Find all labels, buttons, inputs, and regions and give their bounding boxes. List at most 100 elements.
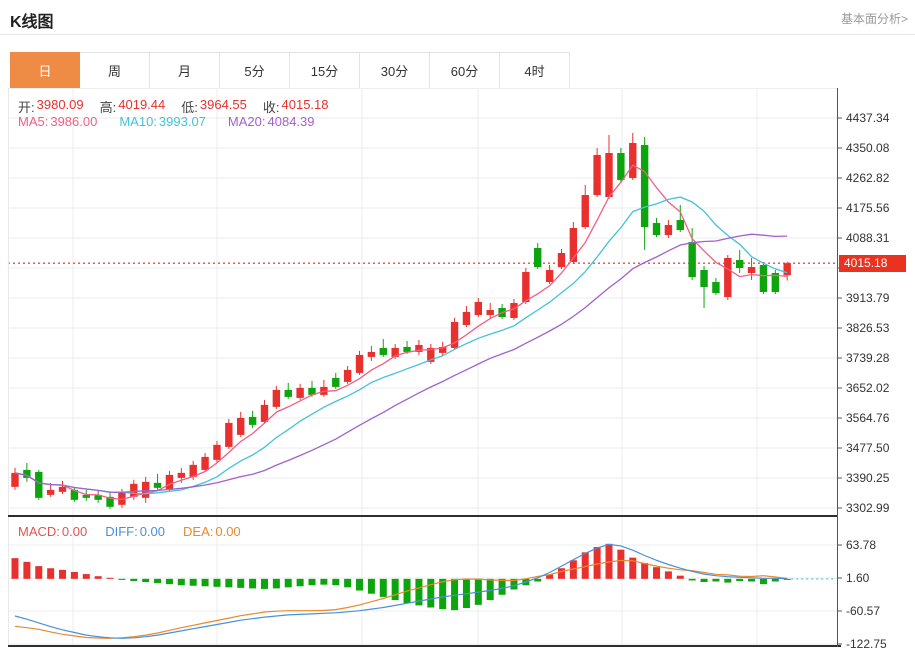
macd-legend: MACD:0.00 DIFF:0.00 DEA:0.00 bbox=[18, 524, 241, 539]
macd-bar bbox=[107, 578, 114, 579]
macd-bar bbox=[677, 576, 684, 579]
price-axis-label: 3564.76 bbox=[846, 411, 889, 425]
candle-body bbox=[178, 473, 185, 478]
macd-bar bbox=[142, 579, 149, 582]
macd-bar bbox=[154, 579, 161, 583]
ma-legend: MA5:3986.00 MA10:3993.07 MA20:4084.39 bbox=[18, 114, 315, 129]
candle-body bbox=[700, 270, 707, 287]
macd-bar bbox=[392, 579, 399, 600]
macd-bar bbox=[380, 579, 387, 597]
price-axis-label: -122.75 bbox=[846, 637, 887, 649]
macd-bar bbox=[748, 579, 755, 582]
candle-body bbox=[546, 270, 553, 282]
macd-bar bbox=[653, 567, 660, 579]
macd-bar bbox=[320, 579, 327, 585]
price-axis-label: 3652.02 bbox=[846, 381, 889, 395]
candle-body bbox=[534, 248, 541, 267]
candle-body bbox=[665, 225, 672, 235]
price-axis-label: 3826.53 bbox=[846, 321, 889, 335]
macd-bar bbox=[724, 579, 731, 583]
candle-body bbox=[629, 143, 636, 178]
dea-readout: DEA:0.00 bbox=[183, 524, 241, 539]
candle-body bbox=[83, 495, 90, 498]
macd-bar bbox=[213, 579, 220, 587]
ma20-readout: MA20:4084.39 bbox=[228, 114, 315, 129]
price-axis-label: 4350.08 bbox=[846, 141, 889, 155]
macd-bar bbox=[356, 579, 363, 591]
price-axis-label: 3913.79 bbox=[846, 291, 889, 305]
macd-bar bbox=[760, 579, 767, 584]
macd-bar bbox=[95, 576, 102, 579]
ma10-readout: MA10:3993.07 bbox=[119, 114, 206, 129]
candle-body bbox=[463, 312, 470, 325]
candle-body bbox=[617, 153, 624, 180]
candle-body bbox=[593, 155, 600, 195]
price-axis-label: 3739.28 bbox=[846, 351, 889, 365]
macd-bar bbox=[285, 579, 292, 587]
macd-bar bbox=[166, 579, 173, 584]
candle-body bbox=[403, 347, 410, 352]
macd-bar bbox=[118, 579, 125, 580]
macd-bar bbox=[71, 572, 78, 579]
macd-bar bbox=[309, 579, 316, 585]
macd-bar bbox=[332, 579, 339, 585]
candle-body bbox=[332, 378, 339, 387]
candle-body bbox=[296, 388, 303, 398]
candle-body bbox=[47, 490, 54, 495]
candle-body bbox=[166, 475, 173, 490]
macd-bar bbox=[47, 568, 54, 579]
macd-bar bbox=[641, 563, 648, 579]
macd-bar bbox=[558, 568, 565, 579]
candle-body bbox=[487, 310, 494, 315]
diff-line bbox=[15, 544, 787, 638]
current-price-badge: 4015.18 bbox=[839, 255, 906, 272]
macd-bar bbox=[23, 562, 30, 579]
macd-bar bbox=[237, 579, 244, 588]
candle-body bbox=[273, 390, 280, 407]
macd-bar bbox=[499, 579, 506, 595]
candle-body bbox=[261, 405, 268, 422]
macd-bar bbox=[736, 579, 743, 581]
macd-bar bbox=[83, 574, 90, 579]
macd-bar bbox=[427, 579, 434, 608]
macd-bar bbox=[35, 566, 42, 579]
ma5-readout: MA5:3986.00 bbox=[18, 114, 97, 129]
candle-body bbox=[368, 352, 375, 357]
candle-body bbox=[154, 483, 161, 488]
macd-bar bbox=[297, 579, 304, 586]
ma5-line bbox=[15, 165, 787, 499]
candle-body bbox=[760, 265, 767, 292]
candle-body bbox=[510, 303, 517, 318]
candle-body bbox=[736, 260, 743, 268]
candle-body bbox=[356, 355, 363, 373]
candle-body bbox=[237, 418, 244, 435]
price-axis-label: 63.78 bbox=[846, 538, 876, 552]
candle-body bbox=[201, 457, 208, 470]
macd-bar bbox=[249, 579, 256, 589]
macd-bar bbox=[12, 558, 19, 579]
candle-body bbox=[475, 302, 482, 315]
macd-bar bbox=[202, 579, 209, 586]
candle-body bbox=[784, 263, 791, 275]
candle-body bbox=[249, 417, 256, 425]
candle-body bbox=[344, 370, 351, 382]
price-axis-label: 4262.82 bbox=[846, 171, 889, 185]
candle-body bbox=[558, 253, 565, 267]
candle-body bbox=[11, 473, 18, 487]
kline-page: K线图 基本面分析> 日周月5分15分30分60分4时 开:3980.09 高:… bbox=[0, 0, 915, 649]
candle-body bbox=[724, 258, 731, 297]
macd-bar bbox=[368, 579, 375, 594]
price-axis-label: 1.60 bbox=[846, 571, 869, 585]
macd-bar bbox=[59, 570, 66, 579]
candle-body bbox=[522, 272, 529, 302]
candle-body bbox=[677, 220, 684, 230]
candle-body bbox=[285, 390, 292, 397]
candle-body bbox=[641, 145, 648, 227]
macd-bar bbox=[594, 547, 601, 579]
price-axis-label: 4088.31 bbox=[846, 231, 889, 245]
candle-body bbox=[59, 487, 66, 492]
macd-bar bbox=[617, 550, 624, 579]
candle-body bbox=[213, 445, 220, 460]
macd-bar bbox=[261, 579, 268, 589]
macd-bar bbox=[130, 579, 137, 581]
